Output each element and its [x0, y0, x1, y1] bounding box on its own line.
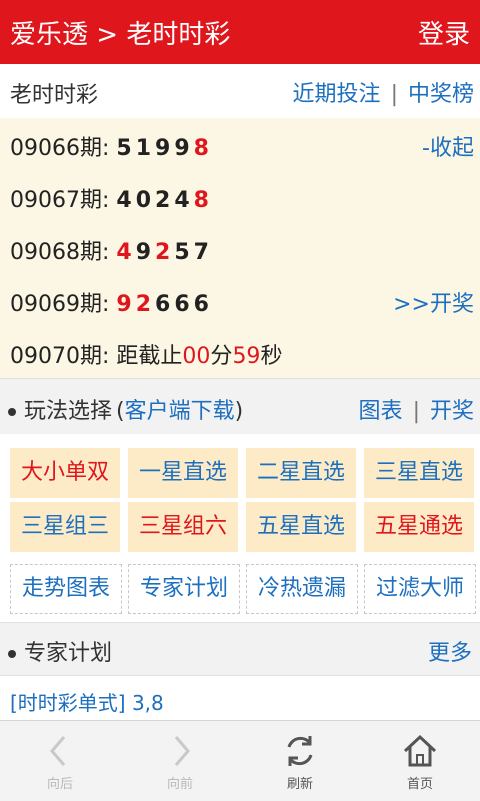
countdown-row: 09070期: 距截止00分59秒	[0, 326, 480, 378]
play-option-five-star-direct[interactable]: 五星直选	[246, 502, 356, 552]
recent-bets-link[interactable]: 近期投注	[293, 82, 381, 107]
play-links: 图表 | 开奖	[358, 399, 474, 424]
draw-digits: 40248	[116, 188, 213, 213]
draw-row: 09068期: 49257	[0, 222, 480, 274]
app-header: 爱乐透 > 老时时彩 登录	[0, 0, 480, 64]
refresh-label: 刷新	[286, 777, 313, 792]
back-tab[interactable]: 向后	[0, 721, 120, 801]
expert-plan-item[interactable]: [时时彩单式] 3,8	[10, 687, 164, 716]
expert-plan-bar: 专家计划 更多	[0, 622, 480, 676]
winners-link[interactable]: 中奖榜	[408, 82, 474, 107]
draw-row: 09069期: 92666 >>开奖	[0, 274, 480, 326]
filter-master-button[interactable]: 过滤大师	[364, 564, 476, 614]
countdown-prefix: 距截止	[116, 344, 183, 369]
home-tab[interactable]: 首页	[360, 721, 480, 801]
issue-number: 09068期:	[10, 240, 110, 265]
play-selection-bar: 玩法选择 (客户端下载) 图表 | 开奖	[0, 378, 480, 436]
refresh-tab[interactable]: 刷新	[240, 721, 360, 801]
play-option-three-star-group6[interactable]: 三星组六	[128, 502, 238, 552]
draw-results-link[interactable]: >>开奖	[393, 286, 474, 318]
draw-digits: 51998	[116, 136, 213, 161]
play-option-two-star[interactable]: 二星直选	[246, 448, 356, 498]
forward-tab[interactable]: 向前	[120, 721, 240, 801]
chart-link[interactable]: 图表	[359, 399, 403, 424]
draw-issue: 09069期: 92666	[10, 286, 213, 318]
hot-cold-button[interactable]: 冷热遗漏	[246, 564, 358, 614]
draw-results: 09066期: 51998 -收起 09067期: 40248 09068期: …	[0, 118, 480, 378]
issue-number: 09066期:	[10, 136, 110, 161]
play-selection-label: 玩法选择 (客户端下载)	[8, 393, 243, 425]
draw-row: 09067期: 40248	[0, 170, 480, 222]
back-label: 向后	[46, 777, 73, 792]
draw-digits: 49257	[116, 240, 213, 265]
refresh-icon	[287, 736, 313, 766]
play-option-big-small[interactable]: 大小单双	[10, 448, 120, 498]
play-option-one-star[interactable]: 一星直选	[128, 448, 238, 498]
draw-issue: 09066期: 51998	[10, 130, 213, 162]
play-option-three-star-group3[interactable]: 三星组三	[10, 502, 120, 552]
lottery-subbar: 老时时彩 近期投注 | 中奖榜	[0, 64, 480, 119]
trend-chart-button[interactable]: 走势图表	[10, 564, 122, 614]
play-option-five-star-all[interactable]: 五星通选	[364, 502, 474, 552]
expert-plan-label: 专家计划	[8, 635, 112, 667]
client-download-link[interactable]: 客户端下载	[125, 399, 235, 424]
more-link[interactable]: 更多	[428, 635, 472, 667]
home-icon	[403, 734, 437, 767]
draw-row: 09066期: 51998 -收起	[0, 118, 480, 170]
chevron-left-icon	[50, 736, 66, 766]
issue-number: 09067期:	[10, 188, 110, 213]
home-label: 首页	[406, 777, 433, 792]
forward-label: 向前	[166, 777, 193, 792]
app-title: 爱乐透 > 老时时彩	[10, 20, 231, 50]
subbar-links: 近期投注 | 中奖榜	[293, 76, 474, 108]
bullet-icon	[8, 650, 16, 658]
collapse-link[interactable]: -收起	[422, 130, 474, 162]
issue-number: 09070期:	[10, 344, 110, 369]
play-option-three-star[interactable]: 三星直选	[364, 448, 474, 498]
lottery-name: 老时时彩	[10, 83, 99, 108]
bottom-toolbar: 向后 向前 刷新 首页	[0, 720, 480, 801]
issue-number: 09069期:	[10, 292, 110, 317]
login-button[interactable]: 登录	[418, 14, 470, 51]
draw-issue: 09068期: 49257	[10, 234, 213, 266]
countdown-minutes: 00	[182, 344, 211, 369]
countdown-text: 09070期: 距截止00分59秒	[10, 344, 283, 369]
draw-issue: 09067期: 40248	[10, 182, 213, 214]
bullet-icon	[8, 408, 16, 416]
countdown-seconds: 59	[232, 344, 261, 369]
draw-link[interactable]: 开奖	[430, 399, 474, 424]
draw-digits: 92666	[116, 292, 213, 317]
expert-plan-button[interactable]: 专家计划	[128, 564, 240, 614]
separator: |	[390, 82, 398, 107]
play-grid: 大小单双 一星直选 二星直选 三星直选 三星组三 三星组六 五星直选 五星通选 …	[0, 434, 480, 624]
chevron-right-icon	[174, 736, 190, 766]
